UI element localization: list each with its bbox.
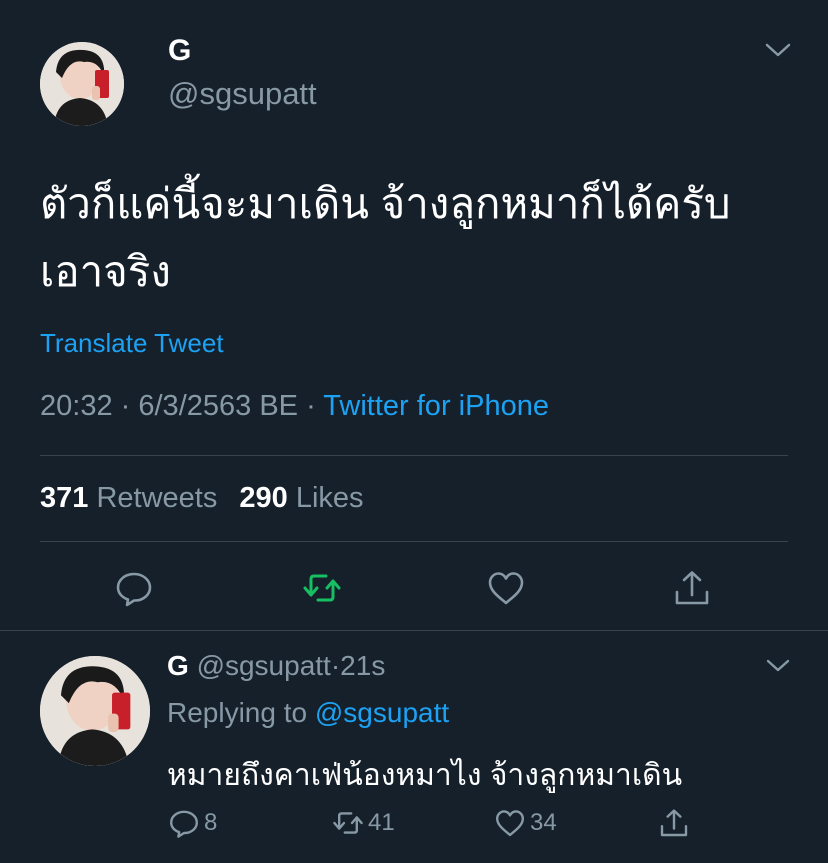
retweet-icon[interactable] xyxy=(302,568,342,608)
retweet-button[interactable]: 41 xyxy=(332,807,395,839)
tweet-age[interactable]: 21s xyxy=(340,650,385,681)
retweets-label: Retweets xyxy=(96,482,218,514)
chevron-down-icon[interactable] xyxy=(763,38,793,62)
likes-label: Likes xyxy=(295,482,364,514)
reply-icon xyxy=(170,810,198,838)
avatar-photo xyxy=(40,42,124,126)
retweet-icon xyxy=(333,812,363,834)
tweet-source-link[interactable]: Twitter for iPhone xyxy=(323,390,549,422)
chevron-down-icon[interactable] xyxy=(765,655,791,677)
avatar[interactable] xyxy=(40,42,124,126)
tweet-time[interactable]: 20:32 xyxy=(40,390,113,422)
divider xyxy=(0,630,828,631)
like-count: 34 xyxy=(530,809,557,836)
like-button[interactable]: 34 xyxy=(494,807,557,839)
tweet-text-line: เอาจริง xyxy=(40,248,171,295)
meta-separator: · xyxy=(330,650,341,681)
divider xyxy=(40,541,788,542)
user-handle[interactable]: @sgsupatt xyxy=(197,650,331,681)
meta-separator: · xyxy=(306,390,316,422)
tweet-text-line: ตัวก็แค่นี้จะมาเดิน จ้างลูกหมาก็ได้ครับ xyxy=(40,180,731,227)
replying-prefix: Replying to xyxy=(167,697,308,728)
reply-text: หมายถึงคาเฟ่น้องหมาไง จ้างลูกหมาเดิน xyxy=(167,759,683,792)
main-tweet: G @sgsupatt ตัวก็แค่นี้จะมาเดิน จ้างลูกห… xyxy=(0,0,828,630)
display-name[interactable]: G xyxy=(167,650,189,681)
tweet-text: ตัวก็แค่นี้จะมาเดิน จ้างลูกหมาก็ได้ครับ … xyxy=(40,170,800,306)
engagement-stats: 371 Retweets 290 Likes xyxy=(40,482,364,515)
avatar[interactable] xyxy=(40,656,150,766)
divider xyxy=(40,455,788,456)
reply-icon[interactable] xyxy=(114,568,154,608)
likes-count: 290 xyxy=(239,482,288,514)
retweet-count: 41 xyxy=(368,809,395,836)
heart-icon xyxy=(496,810,524,837)
reply-button[interactable]: 8 xyxy=(168,807,217,839)
reply-count: 8 xyxy=(204,809,218,836)
retweets-count: 371 xyxy=(40,482,89,514)
share-icon xyxy=(660,809,688,837)
replying-handle-link[interactable]: @sgsupatt xyxy=(315,697,449,728)
avatar-photo xyxy=(40,656,150,766)
heart-icon[interactable] xyxy=(486,568,526,608)
display-name[interactable]: G xyxy=(168,34,192,68)
tweet-date[interactable]: 6/3/2563 BE xyxy=(138,390,298,422)
meta-separator: · xyxy=(120,390,131,422)
user-handle[interactable]: @sgsupatt xyxy=(168,76,317,112)
reply-header: G @sgsupatt·21s xyxy=(167,650,385,682)
replying-to: Replying to @sgsupatt xyxy=(167,697,449,729)
share-button[interactable] xyxy=(658,807,690,839)
likes-stat[interactable]: 290 Likes xyxy=(239,482,363,514)
retweets-stat[interactable]: 371 Retweets xyxy=(40,482,217,514)
tweet-meta: 20:32 · 6/3/2563 BE · Twitter for iPhone xyxy=(40,390,549,423)
share-icon[interactable] xyxy=(672,568,712,608)
translate-tweet-link[interactable]: Translate Tweet xyxy=(40,328,224,359)
